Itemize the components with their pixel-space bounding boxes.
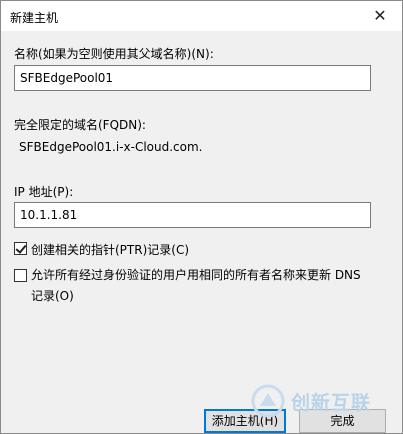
ip-address-input[interactable] [14, 202, 371, 228]
fqdn-label: 完全限定的域名(FQDN): [14, 118, 146, 132]
close-icon[interactable]: ✕ [358, 1, 402, 31]
new-host-dialog: 新建主机 ✕ 名称(如果为空则使用其父域名称)(N): 完全限定的域名(FQDN… [0, 0, 403, 434]
checkmark-icon [15, 242, 27, 254]
fqdn-value: SFBEdgePool01.i-x-Cloud.com. [19, 140, 203, 154]
ptr-record-label: 创建相关的指针(PTR)记录(C) [31, 243, 190, 257]
name-input[interactable] [14, 65, 371, 91]
name-label: 名称(如果为空则使用其父域名称)(N): [14, 47, 214, 61]
watermark-logo-icon [251, 384, 285, 418]
title-bar: 新建主机 ✕ [1, 1, 402, 31]
ptr-record-checkbox[interactable] [14, 242, 27, 255]
dialog-title: 新建主机 [10, 11, 59, 25]
ip-label: IP 地址(P): [14, 185, 74, 199]
update-dns-checkbox[interactable] [14, 269, 27, 282]
update-dns-label: 允许所有经过身份验证的用户用相同的所有者名称来更新 DNS 记录(O) [31, 268, 361, 303]
watermark-text: 创新互联 [291, 391, 372, 414]
watermark: 创新互联 [251, 381, 402, 421]
